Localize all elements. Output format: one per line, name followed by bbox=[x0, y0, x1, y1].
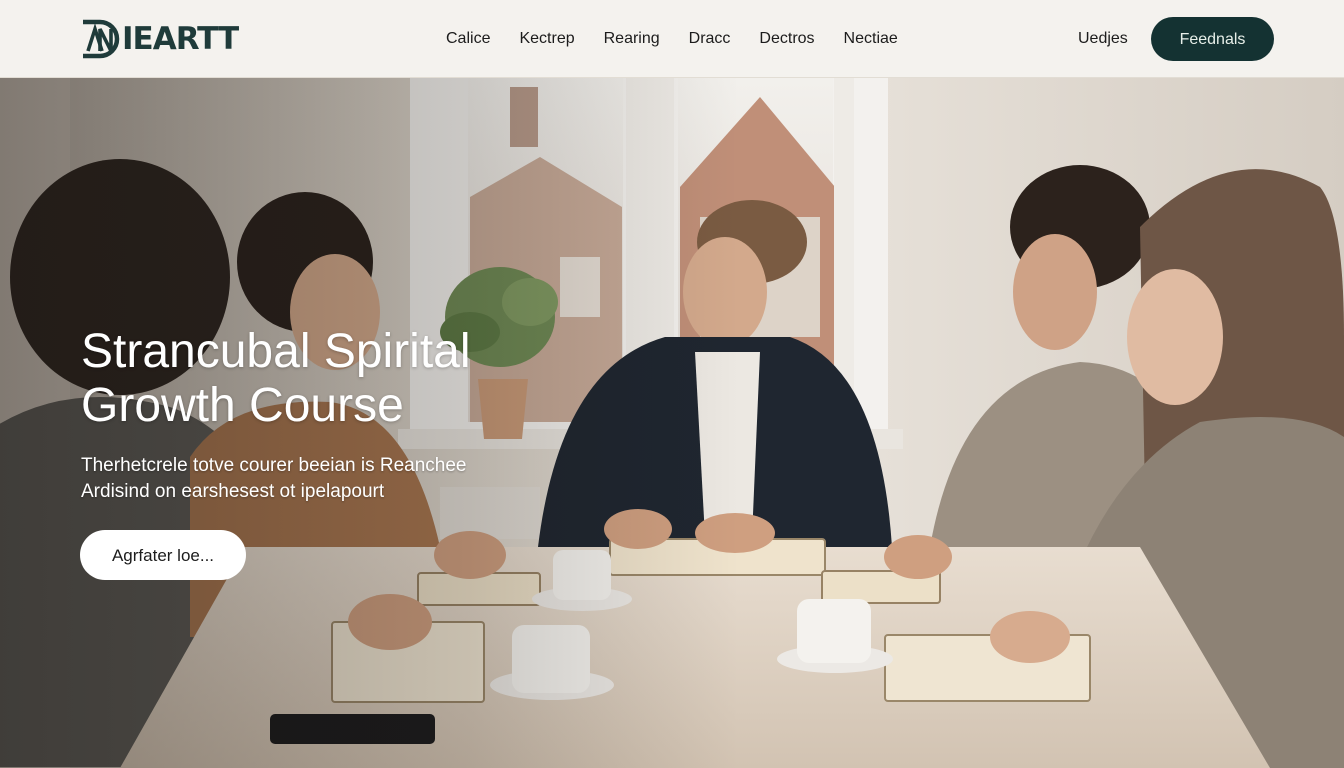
nav-item-dracc[interactable]: Dracc bbox=[689, 30, 731, 48]
hero-section: Strancubal Spirital Growth Course Therhe… bbox=[0, 77, 1344, 768]
brand-name: IEARTT bbox=[122, 21, 239, 57]
hero-desc-line2: Ardisind on earshesest ot ipelapourt bbox=[81, 481, 385, 502]
nav-item-kectrep[interactable]: Kectrep bbox=[519, 30, 574, 48]
an-monogram-logo-icon bbox=[83, 19, 120, 59]
site-header: IEARTT Calice Kectrep Rearing Dracc Dect… bbox=[0, 0, 1344, 78]
hero-cta-button[interactable]: Agrfater loe... bbox=[80, 530, 246, 580]
nav-link-uedjes[interactable]: Uedjes bbox=[1078, 30, 1128, 48]
hero-desc-line1: Therhetcrele totve courer beeian is Rean… bbox=[81, 455, 467, 476]
nav-item-rearing[interactable]: Rearing bbox=[604, 30, 660, 48]
brand-logo[interactable]: IEARTT bbox=[80, 18, 239, 60]
hero-title-line1: Strancubal Spirital bbox=[81, 325, 471, 378]
hero-title: Strancubal Spirital Growth Course bbox=[81, 325, 641, 433]
nav-item-dectros[interactable]: Dectros bbox=[759, 30, 814, 48]
hero-title-line2: Growth Course bbox=[81, 379, 404, 432]
main-nav: Calice Kectrep Rearing Dracc Dectros Nec… bbox=[446, 30, 927, 48]
landing-page: IEARTT Calice Kectrep Rearing Dracc Dect… bbox=[0, 0, 1344, 768]
nav-item-nectiae[interactable]: Nectiae bbox=[844, 30, 898, 48]
header-cta-button[interactable]: Feednals bbox=[1151, 17, 1274, 61]
hero-description: Therhetcrele totve courer beeian is Rean… bbox=[81, 453, 641, 505]
nav-item-calice[interactable]: Calice bbox=[446, 30, 490, 48]
